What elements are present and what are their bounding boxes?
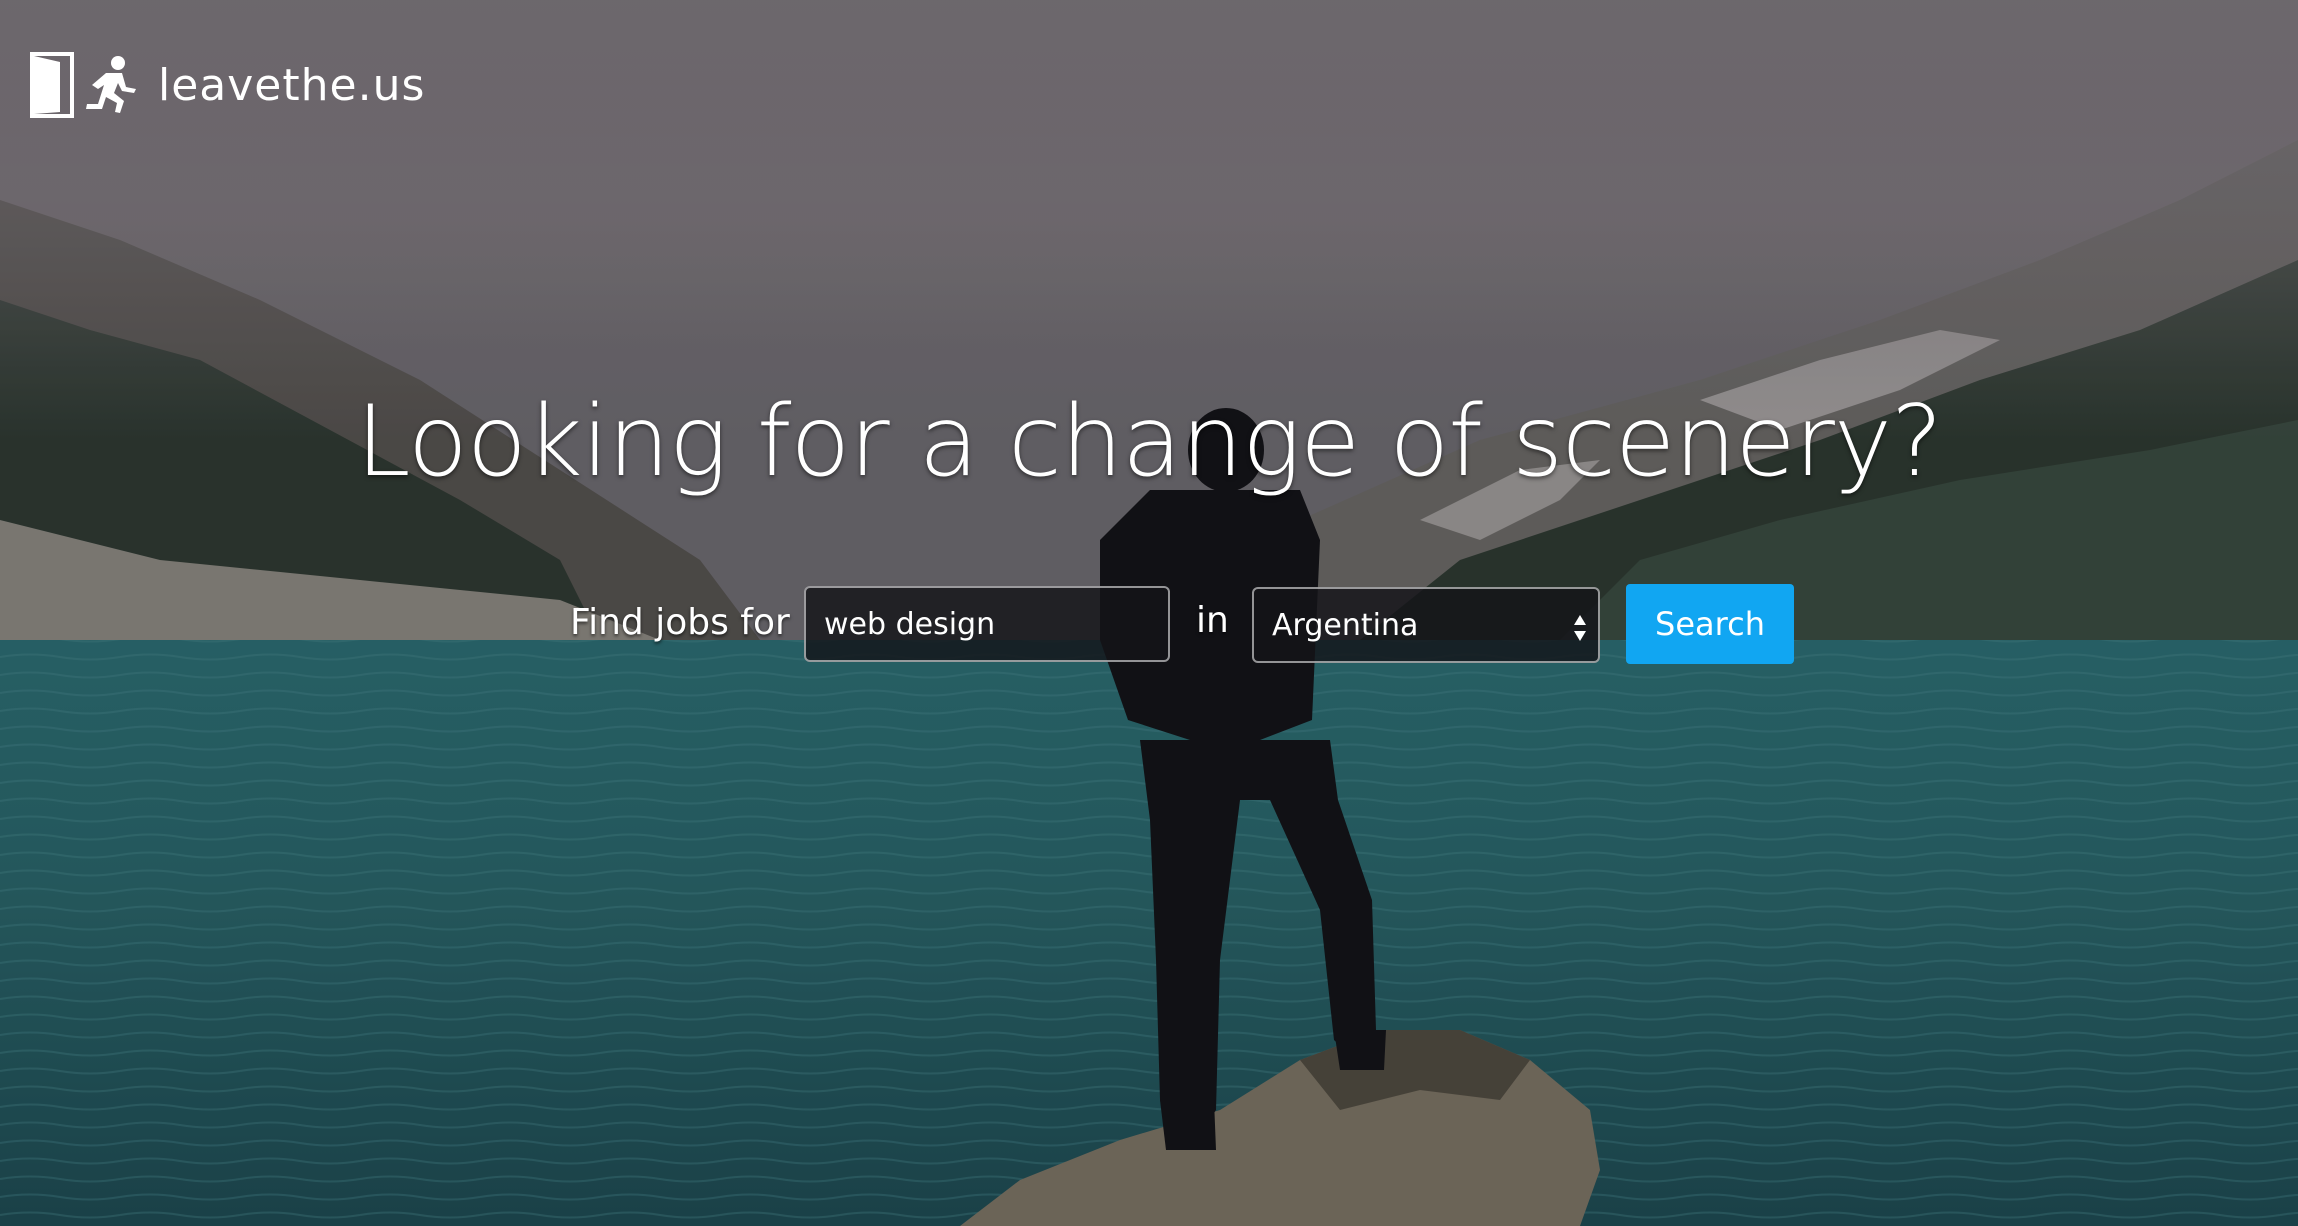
- hero-headline: Looking for a change of scenery?: [356, 385, 1943, 499]
- brand-name: leavethe.us: [158, 59, 426, 111]
- job-keyword-input[interactable]: [804, 586, 1170, 662]
- search-button[interactable]: Search: [1626, 584, 1794, 664]
- select-arrows-icon: [1574, 615, 1586, 641]
- running-person-icon: [86, 56, 136, 113]
- site-logo[interactable]: leavethe.us: [30, 50, 425, 120]
- door-icon: [30, 52, 74, 118]
- hero-section: leavethe.us Looking for a change of scen…: [0, 0, 2298, 1226]
- find-jobs-label: Find jobs for: [570, 602, 790, 643]
- country-select[interactable]: Argentina: [1252, 587, 1600, 663]
- in-label: in: [1196, 600, 1229, 641]
- country-select-value: Argentina: [1272, 607, 1419, 643]
- job-search-form: Find jobs for in Argentina Search: [0, 584, 2298, 668]
